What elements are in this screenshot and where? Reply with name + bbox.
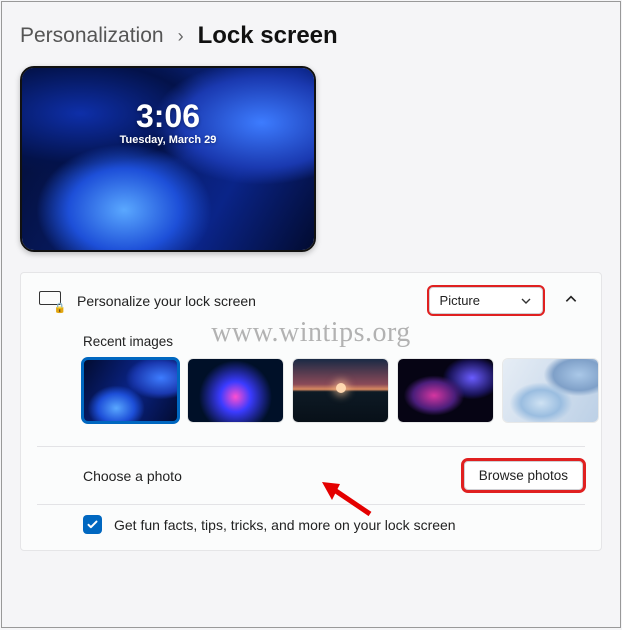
fun-facts-checkbox[interactable] bbox=[83, 515, 102, 534]
recent-image-thumbnail[interactable] bbox=[293, 359, 388, 422]
checkmark-icon bbox=[86, 518, 99, 531]
recent-image-thumbnail[interactable] bbox=[188, 359, 283, 422]
recent-image-thumbnail[interactable] bbox=[83, 359, 178, 422]
panel-header-row[interactable]: 🔒 Personalize your lock screen Picture bbox=[21, 273, 601, 328]
lock-screen-preview: 3:06 Tuesday, March 29 bbox=[20, 66, 316, 252]
chevron-down-icon bbox=[520, 295, 532, 307]
recent-images-row bbox=[83, 359, 601, 422]
breadcrumb-current: Lock screen bbox=[198, 22, 338, 50]
background-type-dropdown[interactable]: Picture bbox=[429, 287, 543, 314]
browse-photos-button[interactable]: Browse photos bbox=[464, 461, 583, 490]
fun-facts-label: Get fun facts, tips, tricks, and more on… bbox=[114, 517, 456, 533]
recent-image-thumbnail[interactable] bbox=[503, 359, 598, 422]
choose-photo-label: Choose a photo bbox=[83, 468, 450, 484]
recent-images-label: Recent images bbox=[83, 334, 601, 349]
breadcrumb-previous[interactable]: Personalization bbox=[20, 24, 164, 48]
wallpaper-bloom bbox=[22, 68, 314, 250]
chevron-up-icon bbox=[564, 292, 578, 306]
dropdown-value: Picture bbox=[440, 293, 480, 308]
chevron-right-icon: › bbox=[178, 26, 184, 47]
breadcrumb: Personalization › Lock screen bbox=[20, 22, 602, 50]
collapse-panel-button[interactable] bbox=[557, 292, 585, 309]
lock-screen-icon: 🔒 bbox=[39, 291, 63, 311]
panel-header-label: Personalize your lock screen bbox=[77, 293, 415, 309]
recent-image-thumbnail[interactable] bbox=[398, 359, 493, 422]
personalize-lock-screen-panel: 🔒 Personalize your lock screen Picture R… bbox=[20, 272, 602, 551]
lock-preview-time: 3:06 bbox=[120, 100, 217, 132]
lock-preview-date: Tuesday, March 29 bbox=[120, 134, 217, 146]
